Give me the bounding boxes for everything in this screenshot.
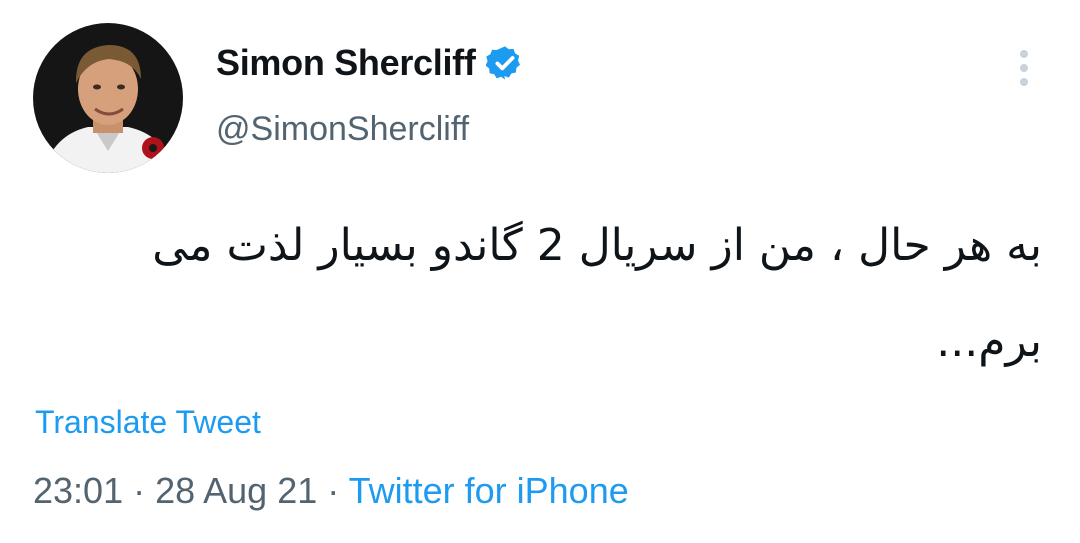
tweet-time[interactable]: 23:01 — [33, 470, 123, 511]
tweet-meta: 23:01 · 28 Aug 21 · Twitter for iPhone — [33, 470, 629, 512]
tweet-date[interactable]: 28 Aug 21 — [155, 470, 317, 511]
verified-badge-icon — [485, 46, 520, 80]
user-handle[interactable]: @SimonShercliff — [216, 110, 469, 149]
meta-separator: · — [317, 470, 349, 511]
name-row: Simon Shercliff — [216, 42, 524, 84]
display-name[interactable]: Simon Shercliff — [216, 42, 476, 84]
avatar[interactable] — [33, 23, 183, 173]
tweet-text: به هر حال ، من از سریال 2 گاندو بسیار لذ… — [152, 220, 1042, 367]
translate-tweet-link[interactable]: Translate Tweet — [35, 404, 261, 441]
meta-separator: · — [123, 470, 156, 511]
tweet-card: Simon Shercliff @SimonShercliff به هر حا… — [0, 0, 1080, 543]
tweet-source-link[interactable]: Twitter for iPhone — [349, 470, 629, 511]
more-options-icon[interactable] — [1010, 46, 1038, 90]
avatar-photo — [33, 23, 183, 173]
